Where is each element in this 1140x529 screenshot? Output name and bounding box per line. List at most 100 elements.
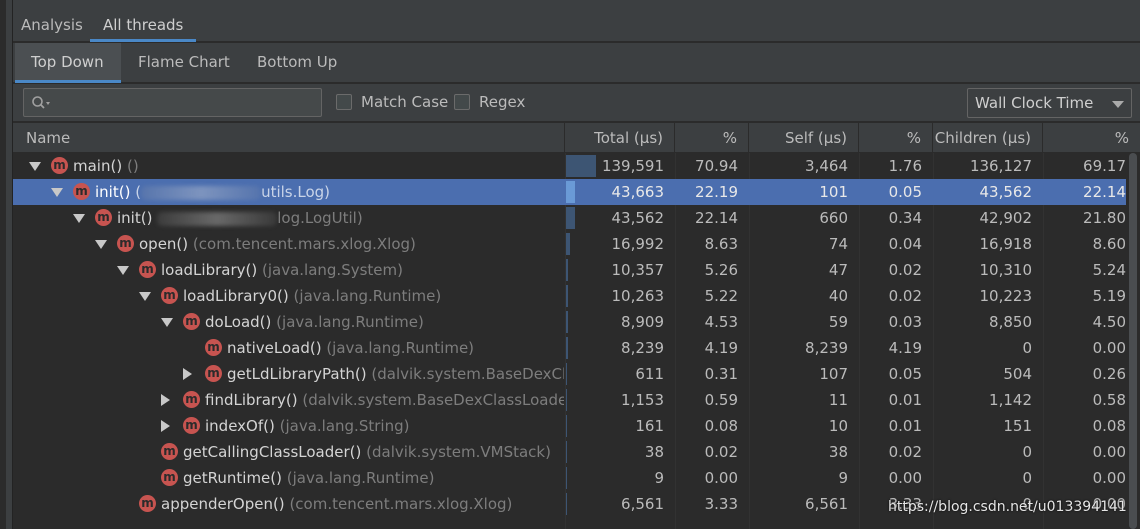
total-cell: 43,663: [611, 183, 665, 201]
table-row[interactable]: m loadLibrary0() (java.lang.Runtime) 10,26…: [13, 283, 1126, 309]
table-header: Name Total (µs) % Self (µs) % Children (…: [13, 123, 1140, 153]
method-label: doLoad() (java.lang.Runtime): [205, 313, 424, 331]
expanded-arrow-icon[interactable]: [51, 188, 63, 197]
total-cell: 8,909: [621, 313, 664, 331]
self-percent-cell: 0.02: [888, 443, 922, 461]
method-name-cell: m getCallingClassLoader() (dalvik.system.…: [13, 439, 564, 465]
search-icon: [32, 96, 50, 109]
method-icon: m: [95, 209, 112, 226]
filter-toolbar: Match Case Regex Wall Clock Time: [13, 84, 1140, 122]
method-icon: m: [205, 339, 222, 356]
column-name[interactable]: Name: [13, 123, 565, 153]
table-row[interactable]: m nativeLoad() (java.lang.Runtime) 8,239 4.…: [13, 335, 1126, 361]
table-row[interactable]: m init() log.LogUtil) 43,562 22.14 660 0.34 42…: [13, 205, 1126, 231]
table-row[interactable]: m loadLibrary() (java.lang.System) 10,357 5…: [13, 257, 1126, 283]
method-icon: m: [139, 261, 156, 278]
expanded-arrow-icon[interactable]: [73, 214, 85, 223]
children-percent-cell: 0.00: [1092, 443, 1126, 461]
method-icon: m: [161, 469, 178, 486]
table-row[interactable]: m main() () 139,591 70.94 3,464 1.76 136,127 69…: [13, 153, 1126, 179]
method-name-cell: m getRuntime() (java.lang.Runtime): [13, 465, 564, 491]
column-self-percent[interactable]: %: [859, 123, 933, 153]
view-tabs: Top Down Flame Chart Bottom Up: [13, 43, 1140, 83]
table-row[interactable]: m open() (com.tencent.mars.xlog.Xlog) 16,9…: [13, 231, 1126, 257]
tab-flame-chart[interactable]: Flame Chart: [138, 43, 230, 83]
regex-checkbox[interactable]: [454, 94, 470, 110]
class-label: (java.lang.String): [279, 417, 410, 435]
column-children-percent[interactable]: %: [1043, 123, 1140, 153]
total-percent-cell: 5.26: [704, 261, 738, 279]
children-cell: 504: [1003, 365, 1032, 383]
self-cell: 38: [828, 443, 848, 461]
expanded-arrow-icon[interactable]: [161, 318, 173, 327]
tab-all-threads[interactable]: All threads: [89, 8, 197, 42]
self-percent-cell: 0.00: [888, 469, 922, 487]
table-row[interactable]: m indexOf() (java.lang.String) 161 0.08 10 0.…: [13, 413, 1126, 439]
children-cell: 1,142: [989, 391, 1032, 409]
self-percent-cell: 0.04: [888, 235, 922, 253]
total-percent-cell: 0.08: [704, 417, 738, 435]
class-label: (java.lang.System): [262, 261, 403, 279]
expanded-arrow-icon[interactable]: [95, 240, 107, 249]
column-total[interactable]: Total (µs): [565, 123, 675, 153]
tab-top-down[interactable]: Top Down: [15, 43, 121, 83]
collapsed-arrow-icon[interactable]: [161, 394, 170, 406]
vertical-scrollbar[interactable]: [1126, 153, 1140, 529]
table-row[interactable]: m getCallingClassLoader() (dalvik.system.…: [13, 439, 1126, 465]
method-label: init() (utils.Log): [95, 183, 331, 201]
self-cell: 9: [838, 469, 848, 487]
method-label: findLibrary() (dalvik.system.BaseDexClas…: [205, 387, 564, 413]
class-label: (java.lang.Runtime): [293, 287, 442, 305]
table-row[interactable]: m getRuntime() (java.lang.Runtime) 9 0.00 9 0…: [13, 465, 1126, 491]
table-row[interactable]: m findLibrary() (dalvik.system.BaseDexCla…: [13, 387, 1126, 413]
method-name-cell: m open() (com.tencent.mars.xlog.Xlog): [13, 231, 564, 257]
collapsed-arrow-icon[interactable]: [183, 368, 192, 380]
self-percent-cell: 0.01: [888, 417, 922, 435]
self-percent-cell: 1.76: [888, 157, 922, 175]
expanded-arrow-icon[interactable]: [139, 292, 151, 301]
expanded-arrow-icon[interactable]: [29, 162, 41, 171]
table-row[interactable]: m getLdLibraryPath() (dalvik.system.BaseD…: [13, 361, 1126, 387]
clock-type-select[interactable]: Wall Clock Time: [967, 88, 1132, 118]
total-cell: 9: [654, 469, 664, 487]
self-cell: 8,239: [805, 339, 848, 357]
method-icon: m: [161, 287, 178, 304]
column-total-percent[interactable]: %: [675, 123, 749, 153]
total-cell: 43,562: [611, 209, 665, 227]
children-percent-cell: 21.80: [1083, 209, 1126, 227]
method-icon: m: [139, 495, 156, 512]
collapsed-arrow-icon[interactable]: [161, 420, 170, 432]
self-percent-cell: 0.34: [888, 209, 922, 227]
method-label: main() (): [73, 157, 139, 175]
children-percent-cell: 69.17: [1083, 157, 1126, 175]
method-name-cell: m getLdLibraryPath() (dalvik.system.BaseD…: [13, 361, 564, 387]
class-label-tail: log.LogUtil): [277, 209, 363, 227]
scroll-thumb[interactable]: [1129, 153, 1137, 529]
self-cell: 660: [819, 209, 848, 227]
clock-type-value: Wall Clock Time: [975, 94, 1094, 112]
tab-bottom-up[interactable]: Bottom Up: [257, 43, 337, 83]
tab-analysis[interactable]: Analysis: [21, 8, 83, 42]
self-percent-cell: 0.03: [888, 313, 922, 331]
match-case-checkbox[interactable]: [336, 94, 352, 110]
search-input[interactable]: [23, 88, 322, 117]
method-name-cell: m doLoad() (java.lang.Runtime): [13, 309, 564, 335]
column-self[interactable]: Self (µs): [749, 123, 859, 153]
total-percent-cell: 0.02: [704, 443, 738, 461]
table-row[interactable]: m doLoad() (java.lang.Runtime) 8,909 4.53 59…: [13, 309, 1126, 335]
children-percent-cell: 0.58: [1092, 391, 1126, 409]
column-children[interactable]: Children (µs): [933, 123, 1043, 153]
children-percent-cell: 5.19: [1092, 287, 1126, 305]
total-cell: 611: [635, 365, 664, 383]
expanded-arrow-icon[interactable]: [117, 266, 129, 275]
method-name-cell: m init() (utils.Log): [13, 179, 564, 205]
children-cell: 43,562: [979, 183, 1033, 201]
self-percent-cell: 0.01: [888, 391, 922, 409]
total-cell: 10,263: [611, 287, 665, 305]
method-icon: m: [161, 443, 178, 460]
children-percent-cell: 0.00: [1092, 339, 1126, 357]
table-row[interactable]: m init() (utils.Log) 43,663 22.19 101 0.05 43,…: [13, 179, 1126, 205]
method-label: loadLibrary0() (java.lang.Runtime): [183, 287, 442, 305]
self-cell: 101: [819, 183, 848, 201]
children-percent-cell: 0.08: [1092, 417, 1126, 435]
